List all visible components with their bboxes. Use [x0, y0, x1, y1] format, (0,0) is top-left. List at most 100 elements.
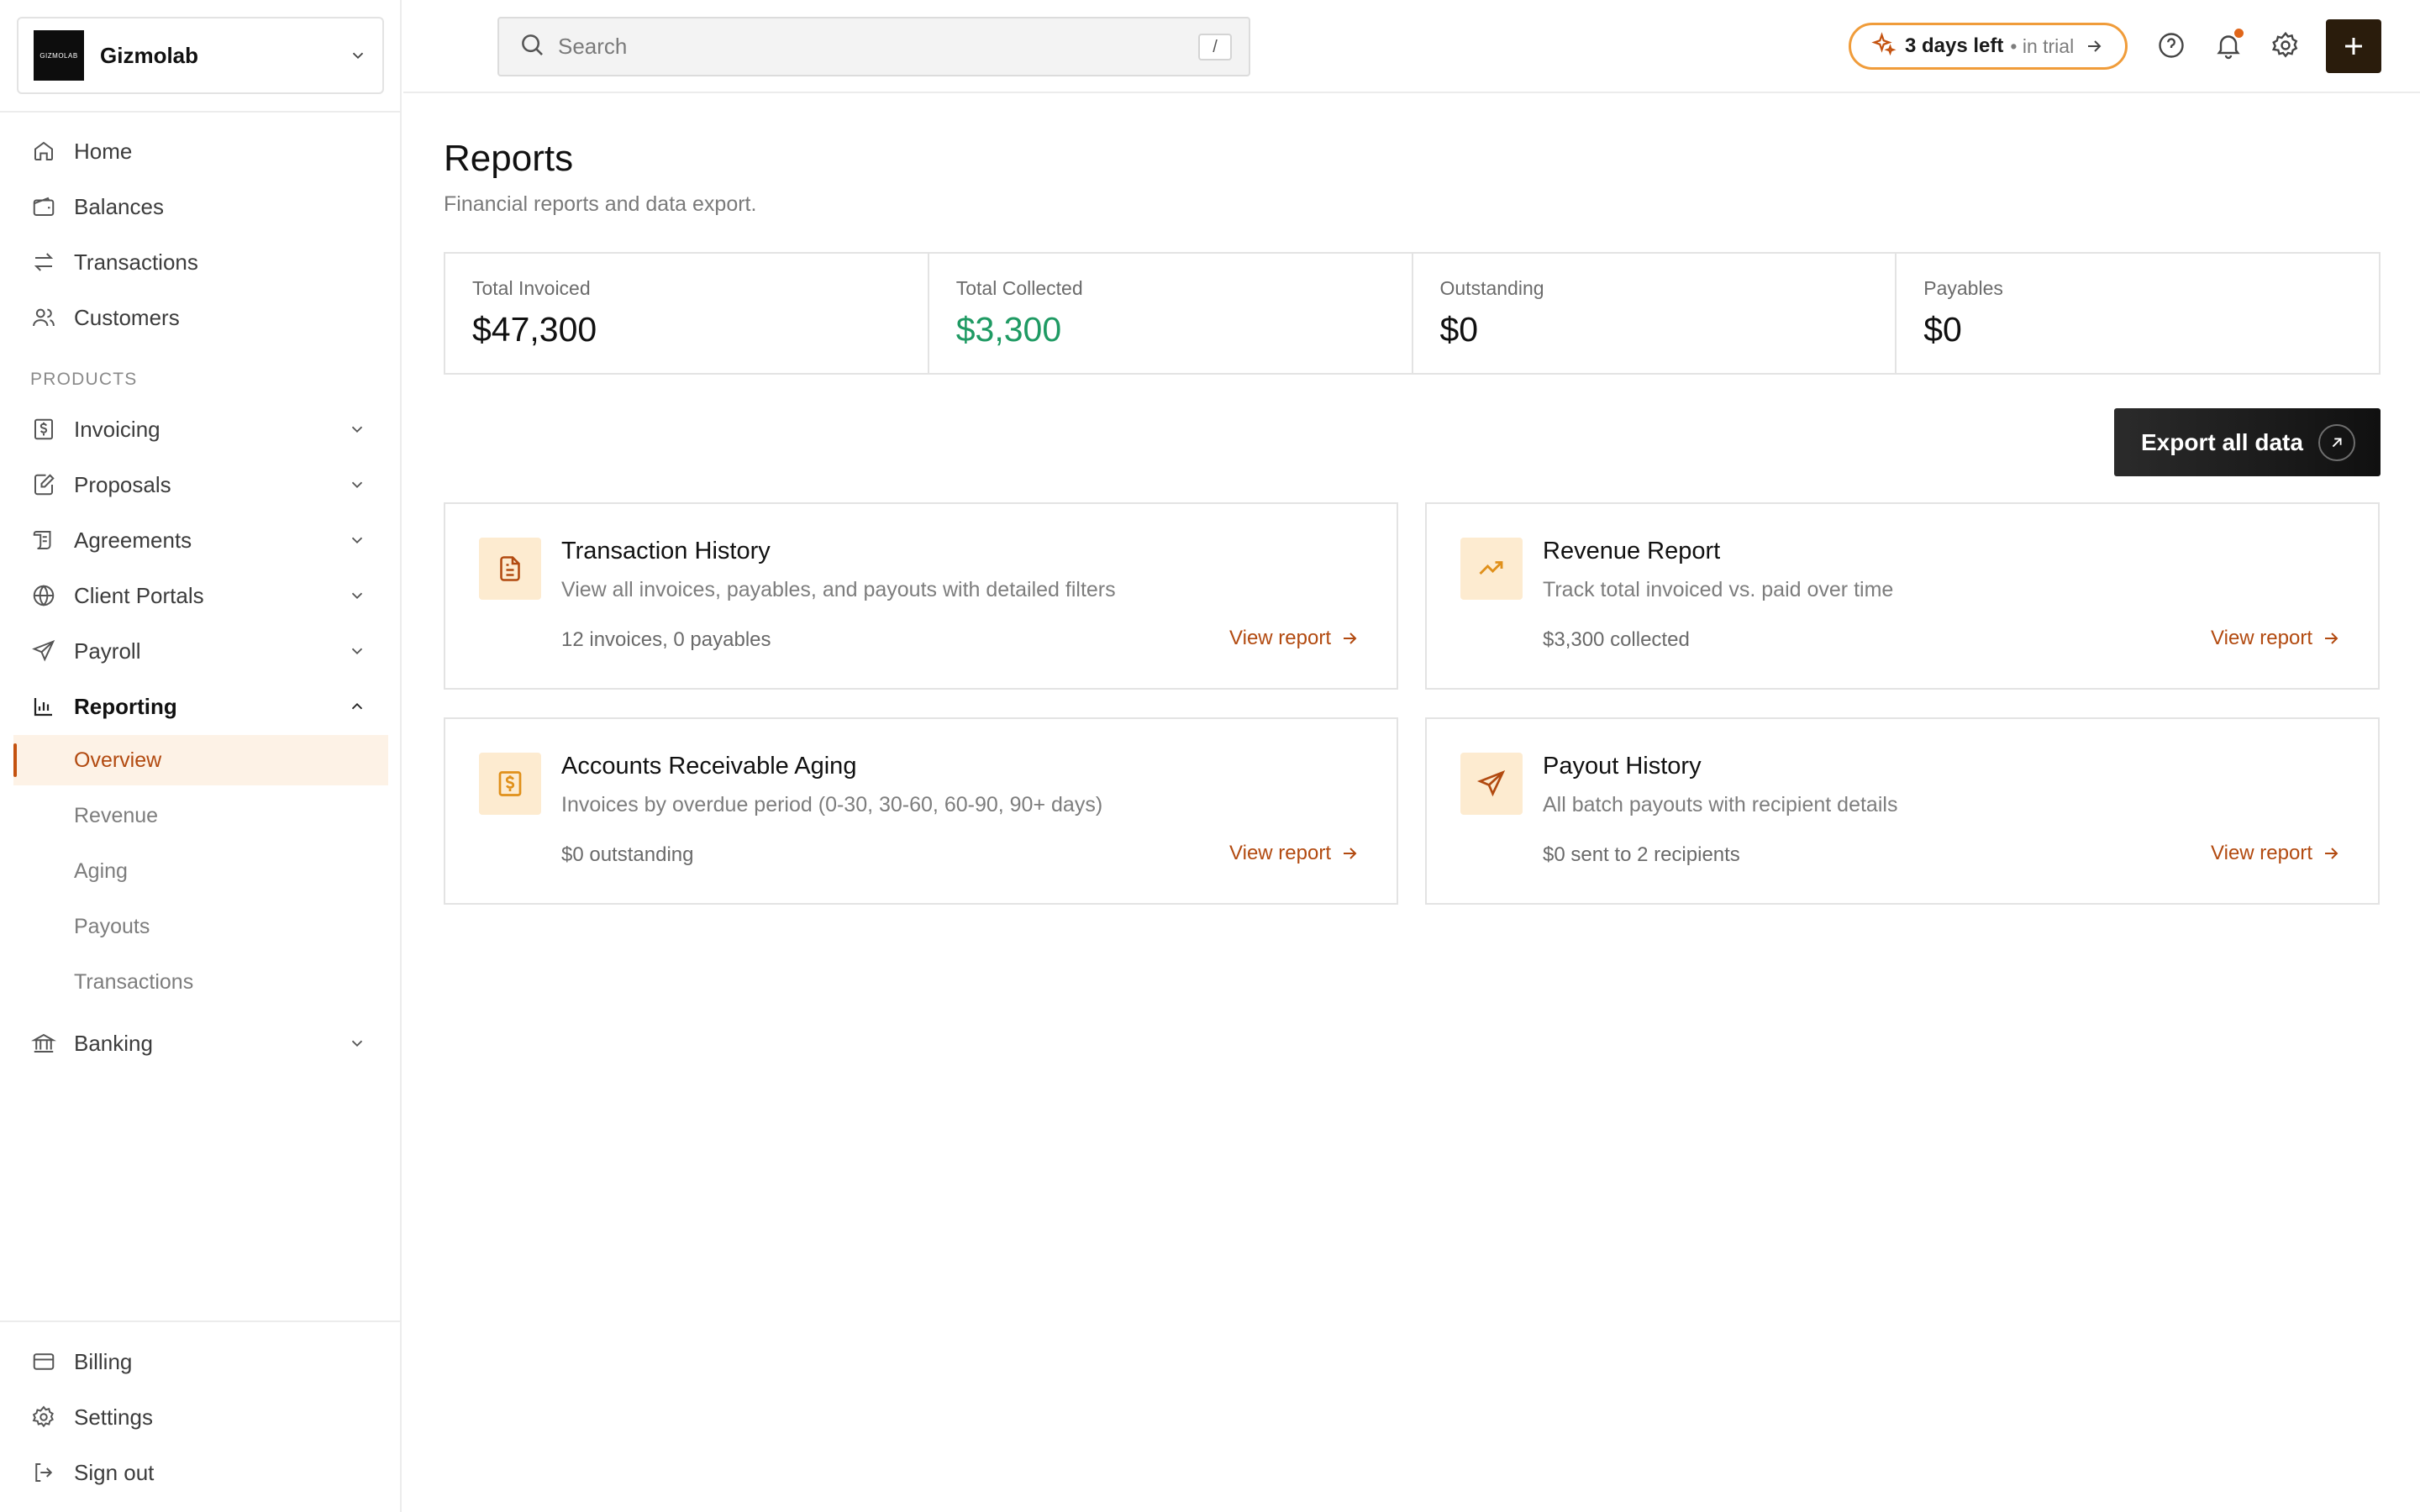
sidebar-item-label: Proposals	[74, 471, 171, 497]
page-subtitle: Financial reports and data export.	[444, 192, 757, 216]
sidebar-item-label: Invoicing	[74, 416, 160, 442]
stat-total-invoiced: Total Invoiced $47,300	[445, 254, 929, 373]
arrows-left-right-icon	[30, 249, 57, 276]
sidebar-item-invoicing[interactable]: Invoicing	[13, 406, 388, 453]
sidebar-item-proposals[interactable]: Proposals	[13, 461, 388, 508]
card-description: View all invoices, payables, and payouts…	[561, 578, 1116, 601]
card-title: Revenue Report	[1543, 538, 1721, 564]
sidebar-item-customers[interactable]: Customers	[13, 294, 388, 341]
topbar: / 3 days left • in trial	[403, 0, 2420, 93]
view-report-link[interactable]: View report	[2211, 842, 2341, 865]
card-meta: $0 sent to 2 recipients	[1543, 843, 1740, 866]
org-switcher[interactable]: GIZMOLAB Gizmolab	[17, 17, 384, 94]
sidebar-item-payroll[interactable]: Payroll	[13, 627, 388, 675]
users-icon	[30, 304, 57, 331]
sidebar-subitem-payouts[interactable]: Payouts	[13, 901, 388, 952]
globe-icon	[30, 582, 57, 609]
export-button-label: Export all data	[2141, 428, 2303, 455]
document-edit-icon	[30, 471, 57, 498]
stats-summary: Total Invoiced $47,300 Total Collected $…	[444, 252, 2381, 375]
section-label-products: PRODUCTS	[30, 370, 138, 389]
gear-icon[interactable]	[2269, 29, 2302, 62]
report-card-payout-history[interactable]: Payout History All batch payouts with re…	[1425, 717, 2380, 905]
stat-label: Total Invoiced	[472, 277, 591, 299]
sidebar-item-balances[interactable]: Balances	[13, 183, 388, 230]
chevron-up-icon	[351, 702, 363, 710]
sidebar-item-label: Client Portals	[74, 582, 204, 608]
card-meta: $3,300 collected	[1543, 628, 1690, 651]
report-card-transaction-history[interactable]: Transaction History View all invoices, p…	[444, 502, 1398, 690]
arrow-up-right-icon	[2318, 424, 2355, 461]
export-all-data-button[interactable]: Export all data	[2114, 408, 2381, 476]
home-icon	[30, 138, 57, 165]
org-logo: GIZMOLAB	[34, 30, 84, 81]
sidebar-item-label: Banking	[74, 1030, 153, 1056]
trial-days-left: 3 days left	[1905, 34, 2004, 57]
stat-outstanding: Outstanding $0	[1413, 254, 1897, 373]
chevron-down-icon	[351, 481, 363, 489]
divider	[0, 111, 402, 113]
stat-payables: Payables $0	[1897, 254, 2379, 373]
report-card-ar-aging[interactable]: Accounts Receivable Aging Invoices by ov…	[444, 717, 1398, 905]
card-meta: $0 outstanding	[561, 843, 694, 866]
sidebar-item-label: Customers	[74, 304, 180, 330]
sidebar-item-home[interactable]: Home	[13, 128, 388, 175]
card-description: Invoices by overdue period (0-30, 30-60,…	[561, 793, 1103, 816]
org-name: Gizmolab	[100, 42, 199, 68]
view-report-link[interactable]: View report	[1229, 627, 1360, 650]
sidebar-item-transactions[interactable]: Transactions	[13, 239, 388, 286]
divider	[0, 1320, 402, 1322]
sidebar-item-reporting[interactable]: Reporting	[13, 683, 388, 730]
bar-chart-icon	[30, 693, 57, 720]
sidebar-subitem-overview[interactable]: Overview	[13, 735, 388, 785]
search-box[interactable]: /	[497, 17, 1250, 76]
arrow-right-icon	[2088, 40, 2102, 52]
card-meta: 12 invoices, 0 payables	[561, 628, 771, 651]
sidebar-item-label: Home	[74, 138, 133, 164]
send-icon	[30, 638, 57, 664]
sidebar-subitem-aging[interactable]: Aging	[13, 846, 388, 896]
stat-label: Payables	[1923, 277, 2003, 299]
sidebar-item-billing[interactable]: Billing	[13, 1338, 388, 1385]
stat-value: $47,300	[472, 310, 597, 349]
help-icon[interactable]	[2154, 29, 2188, 62]
chevron-down-icon	[351, 648, 363, 655]
chevron-down-icon	[352, 52, 364, 60]
sparkle-icon	[1871, 31, 1897, 61]
search-shortcut-badge: /	[1198, 34, 1232, 60]
sidebar-item-sign-out[interactable]: Sign out	[13, 1449, 388, 1496]
sidebar-item-label: Sign out	[74, 1459, 155, 1485]
stat-value: $3,300	[955, 310, 1062, 349]
sidebar-item-settings[interactable]: Settings	[13, 1394, 388, 1441]
card-description: Track total invoiced vs. paid over time	[1543, 578, 1894, 601]
search-input[interactable]	[558, 34, 1163, 60]
trending-up-icon	[1460, 538, 1523, 600]
sidebar-item-banking[interactable]: Banking	[13, 1020, 388, 1067]
create-new-button[interactable]	[2326, 19, 2381, 73]
sidebar-item-label: Agreements	[74, 527, 192, 553]
dollar-document-icon	[479, 753, 541, 815]
gear-icon	[30, 1404, 57, 1431]
sidebar-subitem-revenue[interactable]: Revenue	[13, 790, 388, 841]
chevron-down-icon	[351, 426, 363, 433]
chevron-down-icon	[351, 537, 363, 544]
sidebar-item-label: Billing	[74, 1348, 133, 1374]
arrow-right-icon	[1344, 848, 1357, 859]
bell-icon[interactable]	[2212, 29, 2245, 62]
sidebar-item-label: Balances	[74, 193, 164, 219]
view-report-link[interactable]: View report	[2211, 627, 2341, 650]
sidebar-item-client-portals[interactable]: Client Portals	[13, 572, 388, 619]
send-icon	[1460, 753, 1523, 815]
sidebar-item-agreements[interactable]: Agreements	[13, 517, 388, 564]
bank-icon	[30, 1030, 57, 1057]
sidebar-subitem-transactions[interactable]: Transactions	[13, 957, 388, 1007]
trial-status: • in trial	[2010, 34, 2075, 57]
stat-label: Outstanding	[1439, 277, 1544, 299]
sidebar-item-label: Settings	[74, 1404, 153, 1430]
view-report-label: View report	[2211, 627, 2312, 649]
view-report-label: View report	[2211, 842, 2312, 864]
trial-banner-button[interactable]: 3 days left • in trial	[1849, 23, 2128, 70]
view-report-link[interactable]: View report	[1229, 842, 1360, 865]
document-icon	[479, 538, 541, 600]
report-card-revenue-report[interactable]: Revenue Report Track total invoiced vs. …	[1425, 502, 2380, 690]
